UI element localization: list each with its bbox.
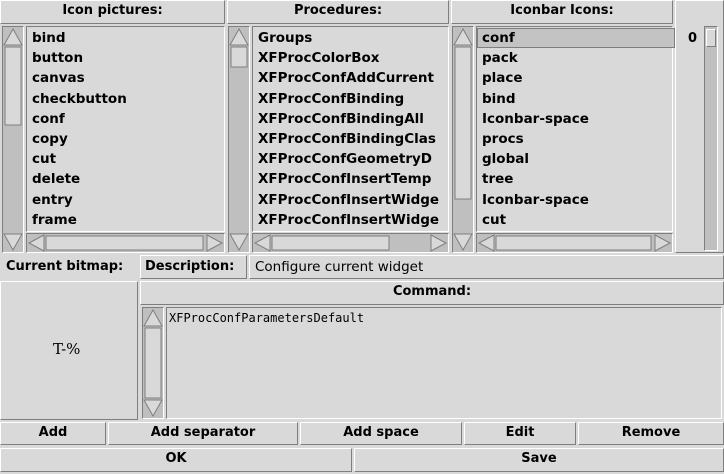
list-item[interactable]: XFProcConfBindingAll xyxy=(253,109,448,129)
list-item[interactable]: place xyxy=(477,68,672,88)
add-button[interactable]: Add xyxy=(0,422,106,445)
list-item[interactable]: entry xyxy=(27,190,224,210)
list-item[interactable]: XFProcConfBinding xyxy=(253,89,448,109)
edit-button[interactable]: Edit xyxy=(464,422,576,445)
list-item[interactable]: Iconbar-space xyxy=(477,109,672,129)
iconbar-icons-vscrollbar[interactable] xyxy=(452,26,474,253)
list-item[interactable]: frame xyxy=(27,210,224,230)
list-item[interactable]: delete xyxy=(27,169,224,189)
icon-pictures-list[interactable]: bind button canvas checkbutton conf copy… xyxy=(26,26,225,232)
list-item[interactable]: Iconbar-space xyxy=(477,190,672,210)
list-item[interactable]: cut xyxy=(477,210,672,230)
save-button[interactable]: Save xyxy=(354,448,724,472)
current-bitmap-preview: T-% xyxy=(0,281,138,420)
icon-pictures-hscrollbar[interactable] xyxy=(26,233,225,253)
list-item[interactable]: global xyxy=(477,149,672,169)
list-item[interactable]: pack xyxy=(477,48,672,68)
list-item[interactable]: XFProcConfAddCurrent xyxy=(253,68,448,88)
command-header: Command: xyxy=(140,281,724,305)
add-separator-button[interactable]: Add separator xyxy=(108,422,298,445)
list-item[interactable]: bind xyxy=(27,28,224,48)
list-item[interactable]: checkbutton xyxy=(27,89,224,109)
position-scale[interactable] xyxy=(704,26,718,251)
remove-button[interactable]: Remove xyxy=(578,422,724,445)
icon-pictures-header: Icon pictures: xyxy=(0,0,225,24)
list-item[interactable]: XFProcConfInsertWidge xyxy=(253,210,448,230)
iconbar-icons-list[interactable]: conf pack place bind Iconbar-space procs… xyxy=(476,26,675,232)
list-item[interactable]: Groups xyxy=(253,28,448,48)
description-label-frame: Description: xyxy=(140,255,247,279)
add-space-button[interactable]: Add space xyxy=(300,422,462,445)
iconbar-icons-header: Iconbar Icons: xyxy=(451,0,673,24)
icon-pictures-vscrollbar[interactable] xyxy=(2,26,24,253)
description-value: Configure current widget xyxy=(249,255,724,279)
procedures-vscrollbar[interactable] xyxy=(228,26,250,253)
bitmap-icon: T-% xyxy=(53,340,81,358)
current-bitmap-label: Current bitmap: xyxy=(6,259,124,274)
list-item[interactable]: cut xyxy=(27,149,224,169)
list-item[interactable]: XFProcConfInsertTemp xyxy=(253,169,448,189)
list-item[interactable]: XFProcColorBox xyxy=(253,48,448,68)
scale-slider-handle[interactable] xyxy=(706,29,716,47)
list-item[interactable]: bind xyxy=(477,89,672,109)
list-item[interactable]: conf xyxy=(27,109,224,129)
list-item-selected[interactable]: conf xyxy=(477,28,675,49)
iconbar-icons-hscrollbar[interactable] xyxy=(476,233,673,253)
scale-value: 0 xyxy=(688,31,698,46)
procedures-hscrollbar[interactable] xyxy=(252,233,449,253)
list-item[interactable]: tree xyxy=(477,169,672,189)
procedures-header: Procedures: xyxy=(227,0,449,24)
command-vscrollbar[interactable] xyxy=(142,307,164,419)
list-item[interactable]: XFProcConfInsertWidge xyxy=(253,190,448,210)
list-item[interactable]: button xyxy=(27,48,224,68)
description-label: Description: xyxy=(145,259,235,274)
list-item[interactable]: XFProcConfGeometryD xyxy=(253,149,448,169)
list-item[interactable]: procs xyxy=(477,129,672,149)
list-item[interactable]: XFProcConfBindingClas xyxy=(253,129,448,149)
list-item[interactable]: copy xyxy=(27,129,224,149)
procedures-list[interactable]: Groups XFProcColorBox XFProcConfAddCurre… xyxy=(252,26,449,232)
ok-button[interactable]: OK xyxy=(0,448,352,472)
list-item[interactable]: canvas xyxy=(27,68,224,88)
command-text[interactable]: XFProcConfParametersDefault xyxy=(166,307,722,419)
